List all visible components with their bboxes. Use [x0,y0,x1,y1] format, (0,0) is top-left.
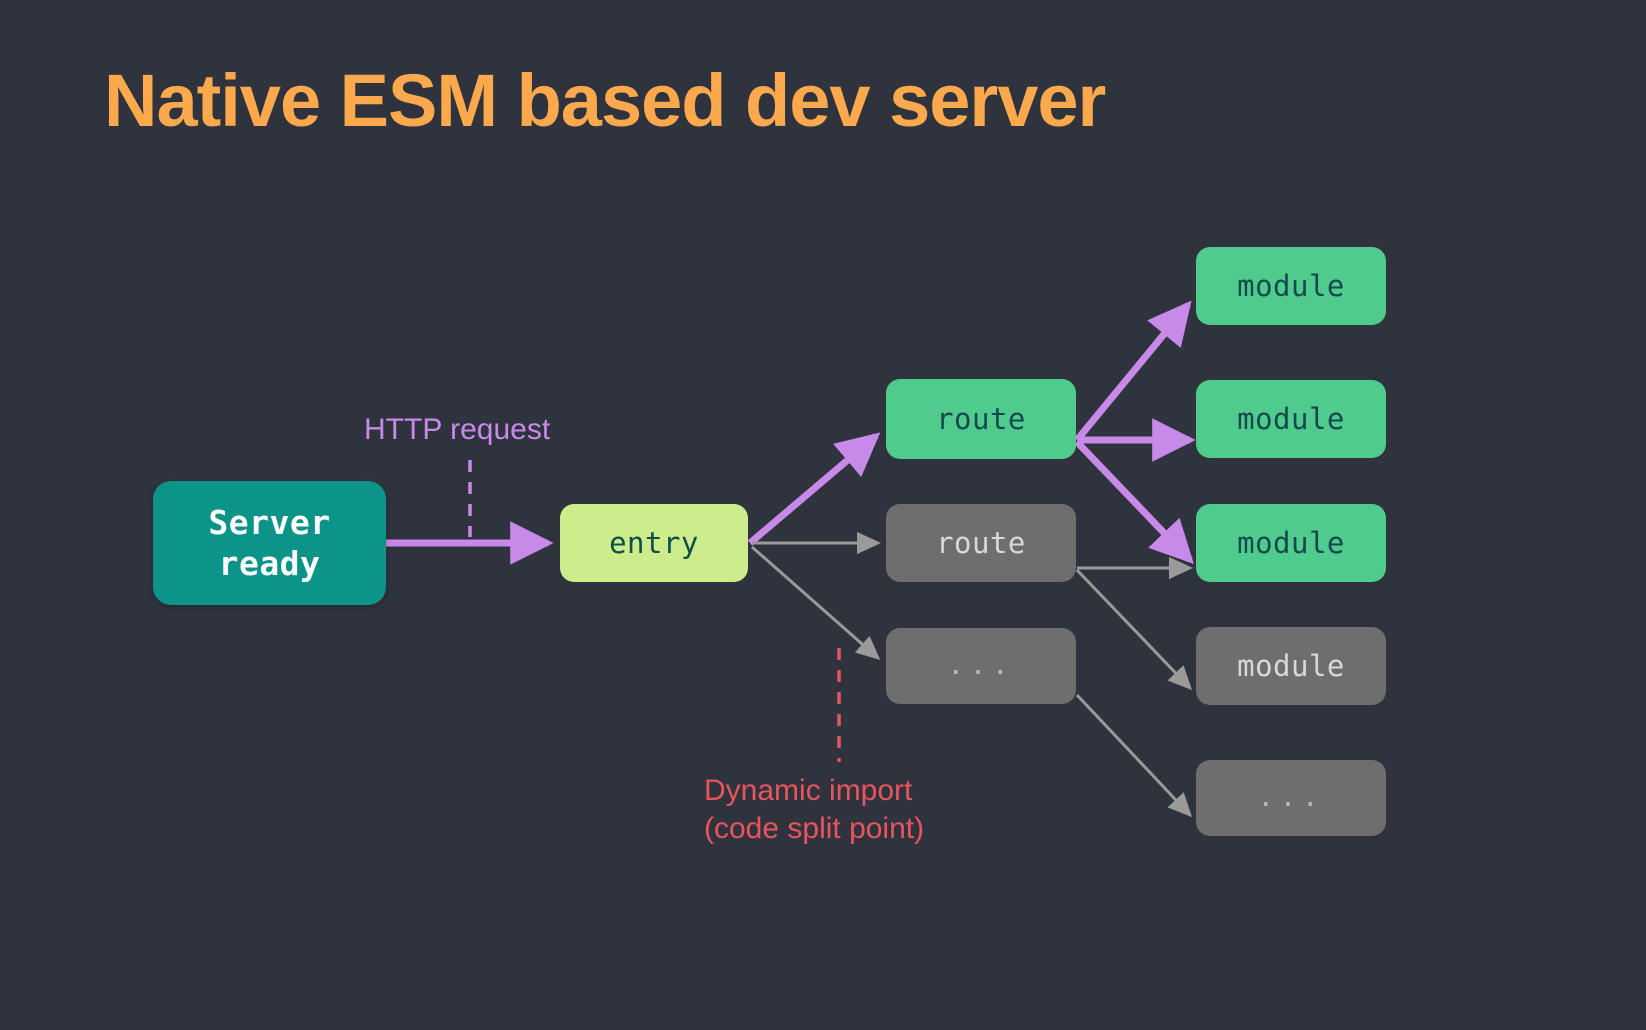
node-route-active[interactable]: route [886,379,1076,459]
edge-route-active-to-module-3 [1077,442,1190,560]
slide-canvas: Native ESM based dev server [0,0,1646,1030]
node-entry[interactable]: entry [560,504,748,582]
node-ellipsis-end[interactable]: ... [1196,760,1386,836]
node-module-2[interactable]: module [1196,380,1386,458]
annotation-dynamic-import-line1: Dynamic import [704,772,912,810]
node-module-1-label: module [1237,268,1345,304]
node-ellipsis-end-label: ... [1258,781,1325,815]
edge-route-active-to-module-1 [1077,305,1188,440]
annotation-http-request: HTTP request [364,411,550,449]
node-ellipsis-mid[interactable]: ... [886,628,1076,704]
node-server-ready[interactable]: Server ready [153,481,386,605]
node-route-inactive[interactable]: route [886,504,1076,582]
node-module-2-label: module [1237,401,1345,437]
node-route-active-label: route [936,401,1026,437]
node-module-3-label: module [1237,525,1345,561]
edge-route-inactive-to-module-4 [1077,570,1190,688]
node-route-inactive-label: route [936,525,1026,561]
annotation-dynamic-import-line2: (code split point) [704,810,924,848]
edge-entry-to-route-active [750,436,876,543]
node-server-ready-line1: Server [208,503,330,542]
node-server-ready-line2: ready [219,544,321,583]
node-module-1[interactable]: module [1196,247,1386,325]
node-module-4-label: module [1237,648,1345,684]
node-module-3[interactable]: module [1196,504,1386,582]
edge-entry-to-ellipsis-mid [752,547,878,658]
node-module-4[interactable]: module [1196,627,1386,705]
node-entry-label: entry [609,525,699,561]
node-ellipsis-mid-label: ... [948,649,1015,683]
edge-ellipsis-mid-to-ellipsis-end [1077,695,1190,815]
page-title: Native ESM based dev server [104,58,1105,143]
